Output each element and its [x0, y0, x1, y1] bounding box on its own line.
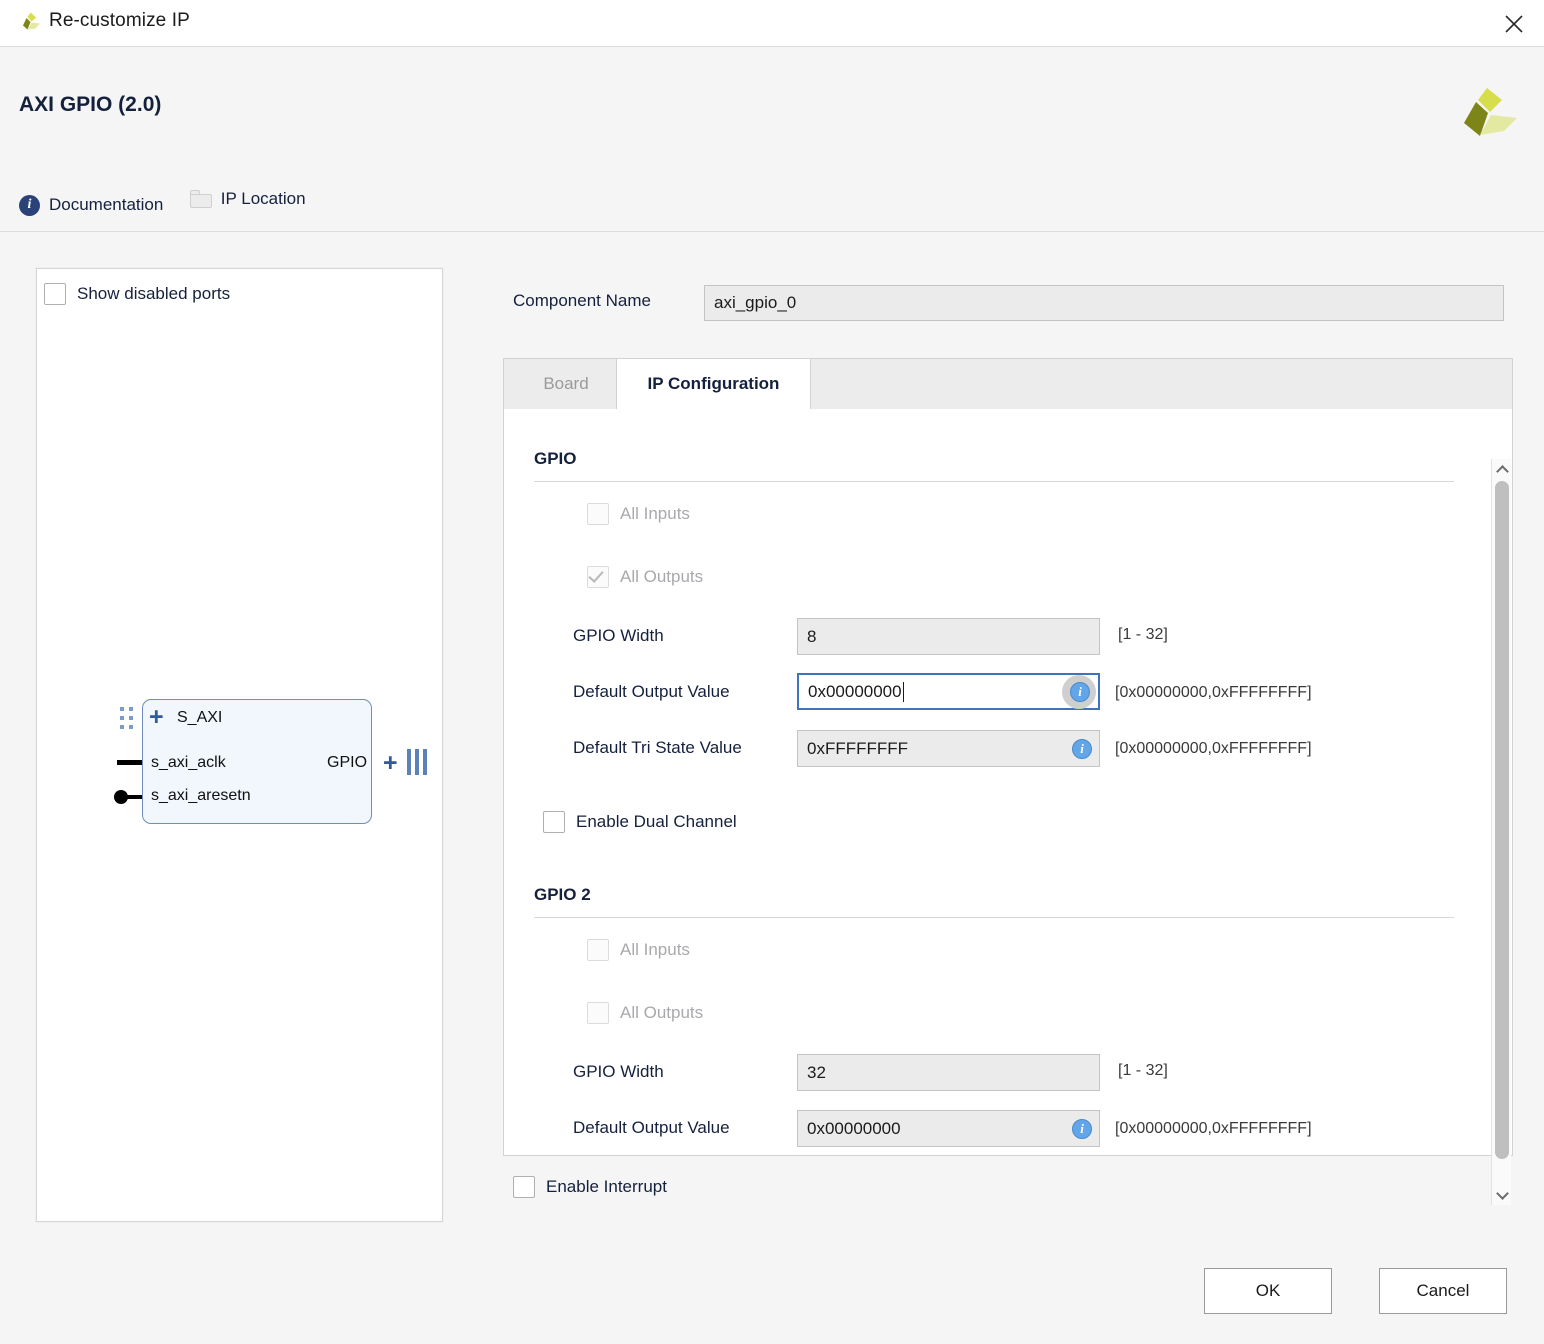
enable-interrupt-checkbox[interactable]: Enable Interrupt — [513, 1176, 667, 1198]
checkbox-box — [587, 939, 609, 961]
ip-config-vertical-scrollbar[interactable] — [1491, 459, 1511, 1205]
enable-dual-channel-label: Enable Dual Channel — [576, 812, 737, 832]
documentation-link[interactable]: i Documentation — [19, 191, 163, 219]
gpio-default-output-label: Default Output Value — [573, 682, 730, 702]
gpio-width-label: GPIO Width — [573, 626, 664, 646]
enable-interrupt-label: Enable Interrupt — [546, 1177, 667, 1197]
chevron-down-icon[interactable] — [1492, 1185, 1512, 1205]
gpio2-all-inputs-label: All Inputs — [620, 940, 690, 960]
gpio-width-value: 8 — [807, 627, 816, 647]
checkbox-box — [543, 811, 565, 833]
xilinx-logo-icon — [18, 11, 42, 35]
gpio2-default-output-input[interactable]: 0x00000000 — [797, 1110, 1100, 1147]
gpio2-default-output-value: 0x00000000 — [807, 1119, 901, 1139]
page-title: AXI GPIO (2.0) — [19, 93, 161, 117]
checkbox-box — [44, 283, 66, 305]
gpio-width-input[interactable]: 8 — [797, 618, 1100, 655]
ip-location-link-label: IP Location — [221, 189, 306, 209]
reset-pin-icon — [114, 790, 142, 804]
gpio2-default-output-range: [0x00000000,0xFFFFFFFF] — [1115, 1120, 1312, 1138]
close-icon[interactable] — [1496, 6, 1532, 42]
port-label-s-axi: S_AXI — [177, 709, 222, 727]
cancel-button[interactable]: Cancel — [1379, 1268, 1507, 1314]
port-label-s-axi-aclk: s_axi_aclk — [151, 754, 226, 772]
gpio-all-outputs-checkbox[interactable]: All Outputs — [587, 566, 703, 588]
ip-symbol-preview-panel: Show disabled ports + S_AXI s_axi_aclk s… — [36, 268, 443, 1222]
tab-ip-configuration-label: IP Configuration — [648, 374, 780, 394]
tab-ip-configuration[interactable]: IP Configuration — [616, 359, 811, 409]
show-disabled-ports-checkbox[interactable]: Show disabled ports — [44, 283, 230, 305]
gpio-default-output-value: 0x00000000 — [808, 682, 902, 702]
component-name-label: Component Name — [513, 291, 651, 311]
checkbox-box — [587, 503, 609, 525]
gpio2-all-outputs-label: All Outputs — [620, 1003, 703, 1023]
tab-board-label: Board — [543, 374, 588, 394]
dialog-title: Re-customize IP — [49, 10, 190, 32]
ip-config-tab-container: Board IP Configuration GPIO All Inputs — [503, 358, 1513, 1156]
info-icon: i — [19, 195, 40, 216]
gpio-expand-icon[interactable]: + — [383, 751, 398, 776]
gpio2-default-output-info-icon[interactable]: i — [1072, 1119, 1092, 1139]
folder-icon — [190, 190, 212, 208]
gpio-default-tristate-info-icon[interactable]: i — [1072, 739, 1092, 759]
tab-page-ip-configuration: GPIO All Inputs All Outputs GPIO Width 8 — [504, 409, 1512, 1155]
chevron-up-icon[interactable] — [1492, 459, 1512, 479]
gpio-section-title: GPIO — [534, 449, 577, 469]
header-links: i Documentation IP Location — [19, 185, 328, 213]
ip-config-scroll-viewport: GPIO All Inputs All Outputs GPIO Width 8 — [510, 409, 1491, 1155]
re-customize-ip-dialog: Re-customize IP AXI GPIO (2.0) i Documen… — [0, 0, 1544, 1344]
gpio2-all-inputs-checkbox[interactable]: All Inputs — [587, 939, 690, 961]
gpio2-width-label: GPIO Width — [573, 1062, 664, 1082]
gpio2-section-title: GPIO 2 — [534, 885, 591, 905]
dialog-header: AXI GPIO (2.0) i Documentation IP Locati… — [0, 48, 1544, 232]
gpio-default-tristate-input[interactable]: 0xFFFFFFFF — [797, 730, 1100, 767]
checkbox-box — [587, 1002, 609, 1024]
gpio2-width-range: [1 - 32] — [1118, 1062, 1168, 1080]
gpio-default-tristate-range: [0x00000000,0xFFFFFFFF] — [1115, 740, 1312, 758]
gpio-default-output-input[interactable]: 0x00000000 — [797, 673, 1100, 710]
gpio-default-tristate-value: 0xFFFFFFFF — [807, 739, 908, 759]
port-label-s-axi-aresetn: s_axi_aresetn — [151, 787, 251, 805]
text-caret — [903, 682, 904, 702]
clock-pin-icon — [117, 760, 142, 765]
s-axi-bus-pin-icon — [120, 707, 134, 731]
gpio2-width-value: 32 — [807, 1063, 826, 1083]
dialog-titlebar: Re-customize IP — [0, 0, 1544, 47]
ip-location-link[interactable]: IP Location — [190, 185, 306, 213]
gpio-default-output-info-icon[interactable]: i — [1070, 682, 1090, 702]
gpio-all-inputs-label: All Inputs — [620, 504, 690, 524]
gpio-all-outputs-label: All Outputs — [620, 567, 703, 587]
gpio-bus-pin-icon — [407, 749, 427, 775]
scrollbar-thumb[interactable] — [1495, 481, 1509, 1159]
gpio2-default-output-label: Default Output Value — [573, 1118, 730, 1138]
component-name-input[interactable]: axi_gpio_0 — [704, 285, 1504, 321]
checkbox-box — [587, 566, 609, 588]
port-label-gpio: GPIO — [327, 754, 367, 772]
ok-button-label: OK — [1256, 1281, 1281, 1301]
gpio-all-inputs-checkbox[interactable]: All Inputs — [587, 503, 690, 525]
gpio2-width-input[interactable]: 32 — [797, 1054, 1100, 1091]
gpio2-all-outputs-checkbox[interactable]: All Outputs — [587, 1002, 703, 1024]
checkbox-box — [513, 1176, 535, 1198]
gpio-default-output-range: [0x00000000,0xFFFFFFFF] — [1115, 684, 1312, 702]
documentation-link-label: Documentation — [49, 195, 163, 215]
gpio-default-tristate-label: Default Tri State Value — [573, 738, 742, 758]
ok-button[interactable]: OK — [1204, 1268, 1332, 1314]
s-axi-expand-icon[interactable]: + — [149, 705, 164, 730]
show-disabled-ports-label: Show disabled ports — [77, 284, 230, 304]
xilinx-logo-icon — [1454, 86, 1518, 142]
ip-block-symbol: + S_AXI s_axi_aclk s_axi_aresetn GPIO + — [107, 699, 437, 834]
gpio-section-rule — [534, 481, 1454, 482]
enable-dual-channel-checkbox[interactable]: Enable Dual Channel — [543, 811, 737, 833]
cancel-button-label: Cancel — [1417, 1281, 1470, 1301]
gpio2-section-rule — [534, 917, 1454, 918]
gpio-width-range: [1 - 32] — [1118, 626, 1168, 644]
component-name-value: axi_gpio_0 — [714, 293, 796, 313]
tabstrip: Board IP Configuration — [504, 359, 1512, 409]
tab-board[interactable]: Board — [516, 359, 616, 409]
